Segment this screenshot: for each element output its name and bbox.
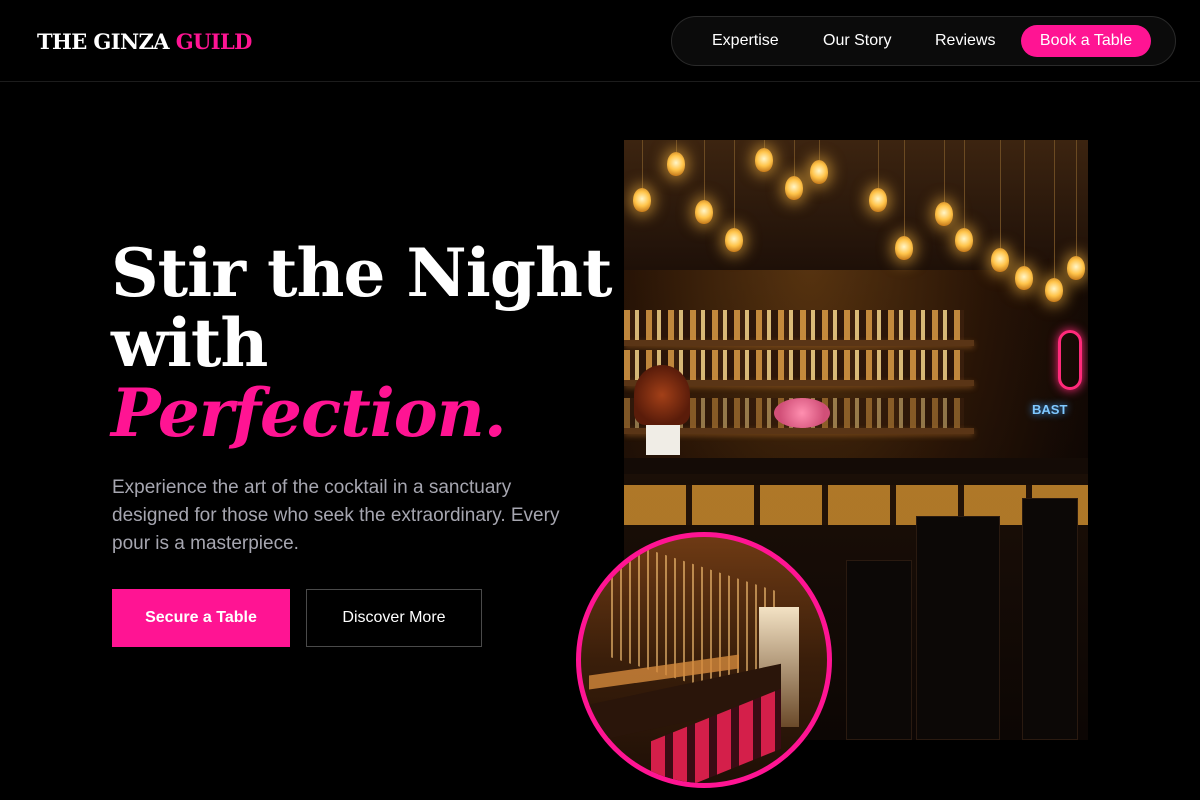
brand-logo[interactable]: THE GINZA GUILD xyxy=(37,29,252,54)
light-bulb-icon xyxy=(935,202,953,226)
hero-title: Stir the Night with Perfection. xyxy=(111,238,612,448)
light-bulb-icon xyxy=(755,148,773,172)
light-bulb-icon xyxy=(725,228,743,252)
bar-counter-top xyxy=(624,458,1088,474)
hero-title-accent: Perfection. xyxy=(111,374,507,452)
flower-vase xyxy=(774,398,830,428)
light-bulb-icon xyxy=(785,176,803,200)
nav-item-our-story[interactable]: Our Story xyxy=(823,17,891,65)
light-bulb-icon xyxy=(667,152,685,176)
light-bulb-icon xyxy=(810,160,828,184)
hero-title-line1: Stir the Night xyxy=(111,234,612,312)
bar-corridor-image xyxy=(576,532,832,788)
site-header: THE GINZA GUILD Expertise Our Story Revi… xyxy=(0,0,1200,82)
light-bulb-icon xyxy=(991,248,1009,272)
brand-name-primary: THE GINZA xyxy=(37,29,170,54)
shelf xyxy=(624,340,974,346)
light-bulb-icon xyxy=(895,236,913,260)
bar-stool xyxy=(1022,498,1078,740)
neon-sign-icon xyxy=(1058,330,1082,390)
bar-ceiling xyxy=(624,140,1088,270)
bar-stool xyxy=(846,560,912,740)
main-nav: Expertise Our Story Reviews Book a Table xyxy=(671,16,1176,66)
bar-stool xyxy=(916,516,1000,740)
light-bulb-icon xyxy=(1015,266,1033,290)
nav-item-expertise[interactable]: Expertise xyxy=(712,17,779,65)
light-bulb-icon xyxy=(1067,256,1085,280)
brand-name-accent: GUILD xyxy=(175,29,253,54)
hero-title-line2: with xyxy=(111,304,268,382)
discover-more-button[interactable]: Discover More xyxy=(306,589,482,647)
light-bulb-icon xyxy=(695,200,713,224)
neon-text-sign: BAST xyxy=(1032,402,1068,417)
bottle-shelf xyxy=(624,310,964,340)
light-bulb-icon xyxy=(633,188,651,212)
nav-item-reviews[interactable]: Reviews xyxy=(935,17,995,65)
secure-table-button[interactable]: Secure a Table xyxy=(112,589,290,647)
plant-decoration xyxy=(634,365,690,425)
plant-pot xyxy=(646,425,680,455)
light-bulb-icon xyxy=(955,228,973,252)
bar-counter-lighting xyxy=(624,485,1088,525)
light-bulb-icon xyxy=(1045,278,1063,302)
light-bulb-icon xyxy=(869,188,887,212)
book-table-button[interactable]: Book a Table xyxy=(1021,25,1151,57)
hero-description: Experience the art of the cocktail in a … xyxy=(112,477,560,554)
